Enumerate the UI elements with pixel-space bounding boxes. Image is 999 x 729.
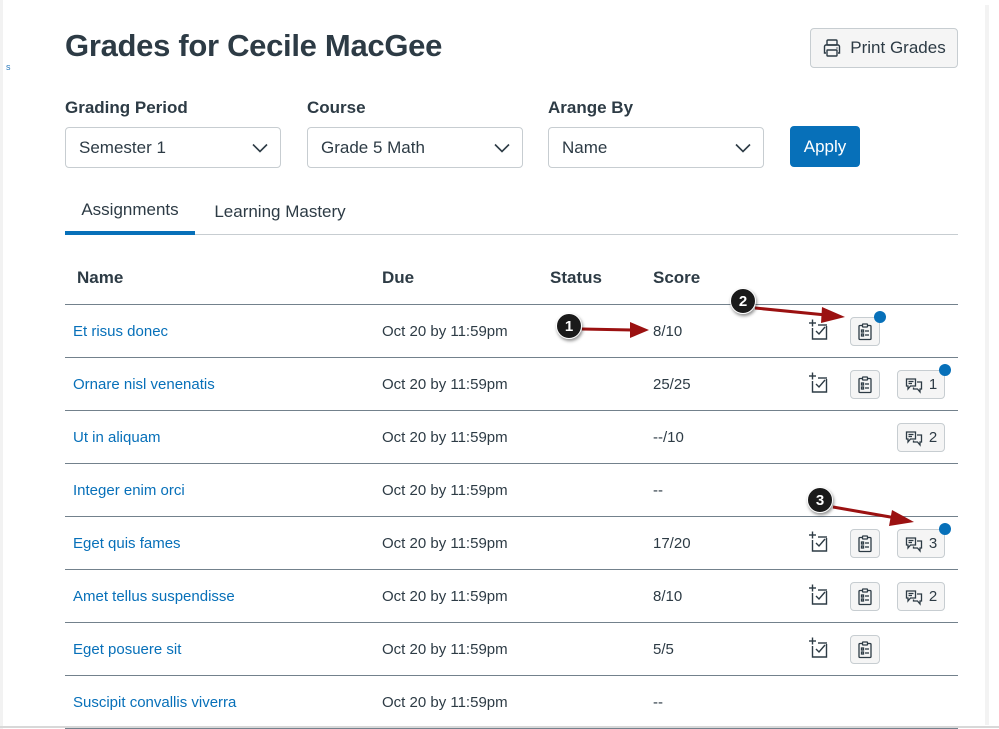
due-date: Oct 20 by 11:59pm [382, 535, 508, 552]
what-if-score-button[interactable] [807, 372, 829, 394]
what-if-score-button[interactable] [807, 584, 829, 606]
rubric-clipboard-icon [858, 640, 872, 658]
due-date: Oct 20 by 11:59pm [382, 323, 508, 340]
what-if-score-icon [809, 584, 828, 605]
comments-icon [905, 377, 922, 394]
left-edge [0, 0, 3, 729]
unread-indicator [939, 523, 951, 535]
table-row: Ut in aliquam Oct 20 by 11:59pm --/10 2 [65, 411, 958, 464]
score-value: --/10 [653, 429, 684, 446]
unread-indicator [939, 364, 951, 376]
table-row: Ornare nisl venenatis Oct 20 by 11:59pm 25… [65, 358, 958, 411]
score-value: 5/5 [653, 641, 674, 658]
comment-count: 1 [928, 376, 938, 393]
arrange-by-value: Name [562, 137, 608, 157]
printer-icon [824, 39, 841, 57]
table-row: Eget posuere sit Oct 20 by 11:59pm 5/5 [65, 623, 958, 676]
due-date: Oct 20 by 11:59pm [382, 482, 508, 499]
chevron-down-icon [735, 143, 751, 153]
comments-icon [905, 430, 922, 447]
assignment-name-link[interactable]: Integer enim orci [73, 464, 185, 517]
table-header: Name Due Status Score [65, 258, 958, 305]
what-if-score-button[interactable] [807, 637, 829, 659]
rubric-clipboard-icon [858, 534, 872, 552]
column-header-name[interactable]: Name [77, 268, 123, 288]
comments-button[interactable]: 2 [897, 423, 945, 452]
what-if-score-icon [809, 637, 828, 658]
due-date: Oct 20 by 11:59pm [382, 694, 508, 711]
course-select[interactable]: Grade 5 Math [307, 127, 523, 168]
left-edge-glyph: s [6, 62, 11, 72]
rubric-button[interactable] [850, 370, 880, 399]
chevron-down-icon [494, 143, 510, 153]
print-grades-label: Print Grades [850, 38, 946, 57]
tab-assignments[interactable]: Assignments [65, 195, 195, 235]
grading-period-label: Grading Period [65, 98, 188, 117]
score-value: 8/10 [653, 588, 683, 605]
assignment-name-link[interactable]: Suscipit convallis viverra [73, 676, 236, 729]
rubric-button[interactable] [850, 311, 886, 346]
rubric-button[interactable] [850, 635, 880, 664]
rubric-clipboard-icon [858, 587, 872, 605]
comments-icon [905, 536, 922, 553]
score-value: 25/25 [653, 376, 691, 393]
page-title: Grades for Cecile MacGee [65, 28, 443, 63]
score-value: 8/10 [653, 323, 683, 340]
comments-button[interactable]: 1 [897, 364, 951, 399]
grading-period-value: Semester 1 [79, 137, 166, 157]
assignment-name-link[interactable]: Eget posuere sit [73, 623, 181, 676]
rubric-clipboard-icon [858, 375, 872, 393]
rubric-button[interactable] [850, 582, 880, 611]
right-scrollbar[interactable] [985, 5, 989, 725]
score-value: -- [653, 694, 663, 711]
score-value: 17/20 [653, 535, 691, 552]
due-date: Oct 20 by 11:59pm [382, 376, 508, 393]
table-row: Eget quis fames Oct 20 by 11:59pm 17/20 3 [65, 517, 958, 570]
assignment-name-link[interactable]: Ut in aliquam [73, 411, 161, 464]
comment-count: 2 [928, 429, 938, 446]
grades-tabs: Assignments Learning Mastery [65, 195, 958, 235]
column-header-score[interactable]: Score [653, 268, 700, 288]
assignment-name-link[interactable]: Ornare nisl venenatis [73, 358, 215, 411]
unread-indicator [874, 311, 886, 323]
comment-count: 3 [928, 535, 938, 552]
comment-count: 2 [928, 588, 938, 605]
course-value: Grade 5 Math [321, 137, 425, 157]
rubric-button[interactable] [850, 529, 880, 558]
apply-button[interactable]: Apply [790, 126, 860, 167]
assignment-name-link[interactable]: Amet tellus suspendisse [73, 570, 235, 623]
grading-period-select[interactable]: Semester 1 [65, 127, 281, 168]
comments-button[interactable]: 2 [897, 582, 945, 611]
arrange-by-select[interactable]: Name [548, 127, 764, 168]
due-date: Oct 20 by 11:59pm [382, 641, 508, 658]
due-date: Oct 20 by 11:59pm [382, 588, 508, 605]
table-row: Et risus donec Oct 20 by 11:59pm 8/10 [65, 305, 958, 358]
comments-icon [905, 589, 922, 606]
table-row: Suscipit convallis viverra Oct 20 by 11:5… [65, 676, 958, 729]
print-grades-button[interactable]: Print Grades [810, 28, 958, 68]
callout-badge-2: 2 [730, 288, 756, 314]
what-if-score-icon [809, 531, 828, 552]
assignment-name-link[interactable]: Eget quis fames [73, 517, 181, 570]
rubric-clipboard-icon [858, 322, 872, 340]
due-date: Oct 20 by 11:59pm [382, 429, 508, 446]
arrange-by-label: Arange By [548, 98, 634, 117]
table-row: Amet tellus suspendisse Oct 20 by 11:59pm… [65, 570, 958, 623]
what-if-score-icon [809, 319, 828, 340]
column-header-status[interactable]: Status [550, 268, 602, 288]
comments-button[interactable]: 3 [897, 523, 951, 558]
callout-badge-3: 3 [807, 487, 833, 513]
callout-badge-1: 1 [556, 313, 582, 339]
what-if-score-button[interactable] [807, 319, 829, 341]
assignment-name-link[interactable]: Et risus donec [73, 305, 168, 358]
score-value: -- [653, 482, 663, 499]
column-header-due[interactable]: Due [382, 268, 414, 288]
tab-learning-mastery[interactable]: Learning Mastery [213, 195, 347, 235]
what-if-score-button[interactable] [807, 531, 829, 553]
what-if-score-icon [809, 372, 828, 393]
chevron-down-icon [252, 143, 268, 153]
course-label: Course [307, 98, 366, 117]
